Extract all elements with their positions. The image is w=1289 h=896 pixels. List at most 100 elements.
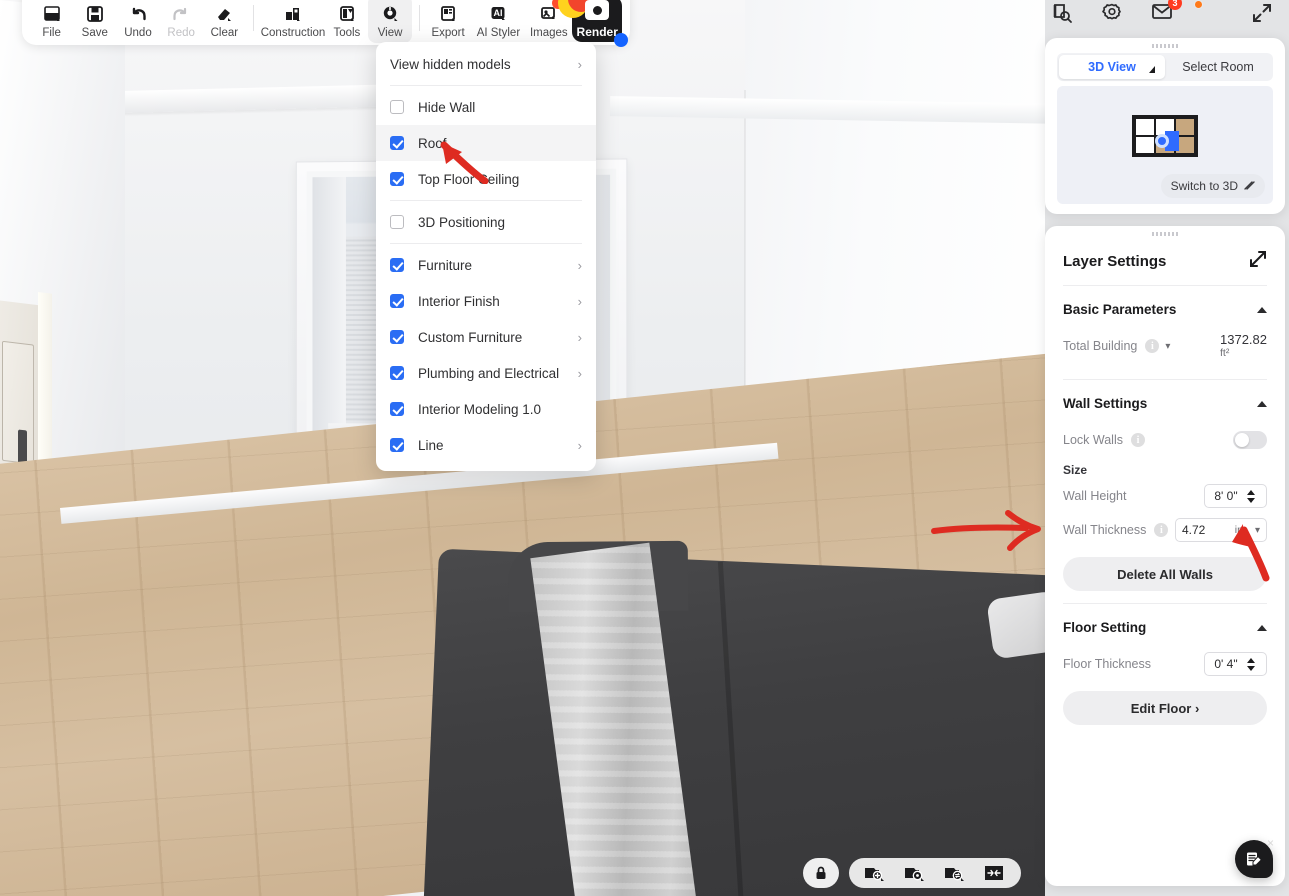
menu-item-line[interactable]: Line ›	[376, 427, 596, 463]
chevron-right-icon: ›	[577, 293, 582, 309]
checkbox-interior-modeling-1-0[interactable]	[390, 402, 404, 416]
section-basic-parameters[interactable]: Basic Parameters	[1063, 286, 1267, 329]
toolbar-item-ai-styler[interactable]: AI AI Styler	[470, 0, 528, 43]
chevron-down-icon[interactable]: ▾	[1165, 341, 1170, 352]
drag-handle[interactable]	[1152, 232, 1178, 236]
doc-search-icon[interactable]	[1051, 2, 1075, 26]
note-edit-icon	[1246, 852, 1262, 865]
toolbar-label-construction: Construction	[260, 26, 326, 39]
tab-3d-view[interactable]: 3D View	[1059, 55, 1165, 79]
redo-icon	[170, 3, 192, 25]
toolbar-item-tools[interactable]: Tools	[325, 0, 368, 43]
wall-height-spinners[interactable]	[1247, 489, 1255, 503]
menu-item-view-hidden-models[interactable]: View hidden models ›	[376, 46, 596, 82]
checkbox-plumbing-and-electrical[interactable]	[390, 366, 404, 380]
checkbox-furniture[interactable]	[390, 258, 404, 272]
mail-icon[interactable]: 3	[1151, 0, 1182, 26]
menu-item-hide-wall[interactable]: Hide Wall	[376, 89, 596, 125]
avatar[interactable]	[1194, 0, 1225, 26]
menu-label-plumbing-and-electrical: Plumbing and Electrical	[418, 365, 560, 381]
floor-thickness-input[interactable]	[1205, 657, 1247, 671]
menu-label-3d-positioning: 3D Positioning	[418, 214, 506, 230]
toolbar-item-view[interactable]: View	[368, 0, 412, 43]
checkbox-custom-furniture[interactable]	[390, 330, 404, 344]
floor-thickness-spinners[interactable]	[1247, 657, 1255, 671]
toolbar-label-ai-styler: AI Styler	[476, 26, 521, 39]
menu-item-custom-furniture[interactable]: Custom Furniture ›	[376, 319, 596, 355]
menu-item-interior-modeling-1-0[interactable]: Interior Modeling 1.0	[376, 391, 596, 427]
info-icon[interactable]: i	[1154, 523, 1169, 537]
wall-height-input[interactable]	[1205, 489, 1247, 503]
toolbar-item-save[interactable]: Save	[73, 0, 116, 43]
navigation-gizmo[interactable]	[1147, 128, 1179, 154]
checkbox-roof[interactable]	[390, 136, 404, 150]
collapse-icon[interactable]	[1257, 306, 1267, 313]
stepper-down-icon[interactable]	[1247, 665, 1255, 671]
wall-thickness-field[interactable]: in ▾	[1175, 518, 1267, 542]
floor-thickness-stepper[interactable]	[1204, 652, 1267, 676]
close-icon[interactable]: ×	[1267, 837, 1274, 849]
menu-item-top-floor-ceiling[interactable]: Top Floor Ceiling	[376, 161, 596, 197]
delete-all-walls-button[interactable]: Delete All Walls	[1063, 557, 1267, 591]
wall-thickness-input[interactable]	[1182, 523, 1230, 537]
stepper-up-icon[interactable]	[1247, 657, 1255, 663]
eraser-icon	[213, 3, 235, 25]
menu-label-view-hidden-models: View hidden models	[390, 56, 511, 72]
stepper-up-icon[interactable]	[1247, 489, 1255, 495]
gear-icon[interactable]	[1101, 2, 1125, 26]
feedback-button[interactable]: ×	[1235, 837, 1274, 878]
toolbar-item-redo[interactable]: Redo	[160, 0, 203, 43]
checkbox-top-floor-ceiling[interactable]	[390, 172, 404, 186]
toolbar-item-file[interactable]: File	[30, 0, 73, 43]
checkbox-line[interactable]	[390, 438, 404, 452]
edit-floor-button[interactable]: Edit Floor ›	[1063, 691, 1267, 725]
tab-select-room[interactable]: Select Room	[1165, 55, 1271, 79]
menu-item-plumbing-and-electrical[interactable]: Plumbing and Electrical ›	[376, 355, 596, 391]
toolbar-label-tools: Tools	[333, 26, 361, 39]
menu-label-furniture: Furniture	[418, 257, 473, 273]
menu-item-interior-finish[interactable]: Interior Finish ›	[376, 283, 596, 319]
section-title-wall-settings: Wall Settings	[1063, 396, 1148, 411]
menu-label-interior-modeling-1-0: Interior Modeling 1.0	[418, 401, 542, 417]
tab-select-room-label: Select Room	[1182, 60, 1254, 74]
toolbar-item-undo[interactable]: Undo	[116, 0, 159, 43]
toolbar-item-export[interactable]: Export	[426, 0, 469, 43]
camera-switch-icon[interactable]	[943, 863, 967, 883]
toolbar-label-redo: Redo	[167, 26, 195, 39]
info-icon[interactable]: i	[1145, 339, 1160, 353]
page-title: Layer Settings	[1063, 253, 1167, 270]
section-wall-settings[interactable]: Wall Settings	[1063, 380, 1267, 423]
menu-item-roof[interactable]: Roof	[376, 125, 596, 161]
stepper-down-icon[interactable]	[1247, 497, 1255, 503]
fit-width-icon[interactable]	[983, 863, 1007, 883]
chevron-right-icon: ›	[577, 437, 582, 453]
lock-button[interactable]	[803, 858, 839, 888]
camera-settings-icon[interactable]	[903, 863, 927, 883]
drag-handle[interactable]	[1152, 44, 1178, 48]
menu-divider-3	[390, 243, 582, 244]
section-floor-setting[interactable]: Floor Setting	[1063, 604, 1267, 647]
switch-to-3d-button[interactable]: Switch to 3D	[1160, 174, 1265, 198]
view-icon	[379, 3, 401, 25]
toolbar-label-clear: Clear	[210, 26, 239, 39]
checkbox-3d-positioning[interactable]	[390, 215, 404, 229]
collapse-icon[interactable]	[1257, 400, 1267, 407]
camera-add-icon[interactable]	[863, 863, 887, 883]
floor-plan-thumbnail[interactable]	[1132, 114, 1198, 157]
render-button[interactable]: Render	[558, 0, 628, 47]
toolbar-item-clear[interactable]: Clear	[203, 0, 246, 43]
menu-item-furniture[interactable]: Furniture ›	[376, 247, 596, 283]
expand-panel-icon[interactable]	[1249, 250, 1267, 273]
collapse-icon[interactable]	[1257, 624, 1267, 631]
checkbox-hide-wall[interactable]	[390, 100, 404, 114]
app-root: File Save Undo Redo Clear Construction T…	[0, 0, 1289, 896]
info-icon[interactable]: i	[1130, 433, 1145, 447]
minimap-stage[interactable]: Switch to 3D	[1057, 86, 1273, 204]
chevron-down-icon[interactable]: ▾	[1255, 525, 1260, 536]
menu-item-3d-positioning[interactable]: 3D Positioning	[376, 204, 596, 240]
toolbar-item-construction[interactable]: Construction	[260, 0, 326, 43]
lock-walls-toggle[interactable]	[1233, 431, 1267, 449]
checkbox-interior-finish[interactable]	[390, 294, 404, 308]
expand-icon[interactable]	[1251, 2, 1275, 26]
wall-height-stepper[interactable]	[1204, 484, 1267, 508]
